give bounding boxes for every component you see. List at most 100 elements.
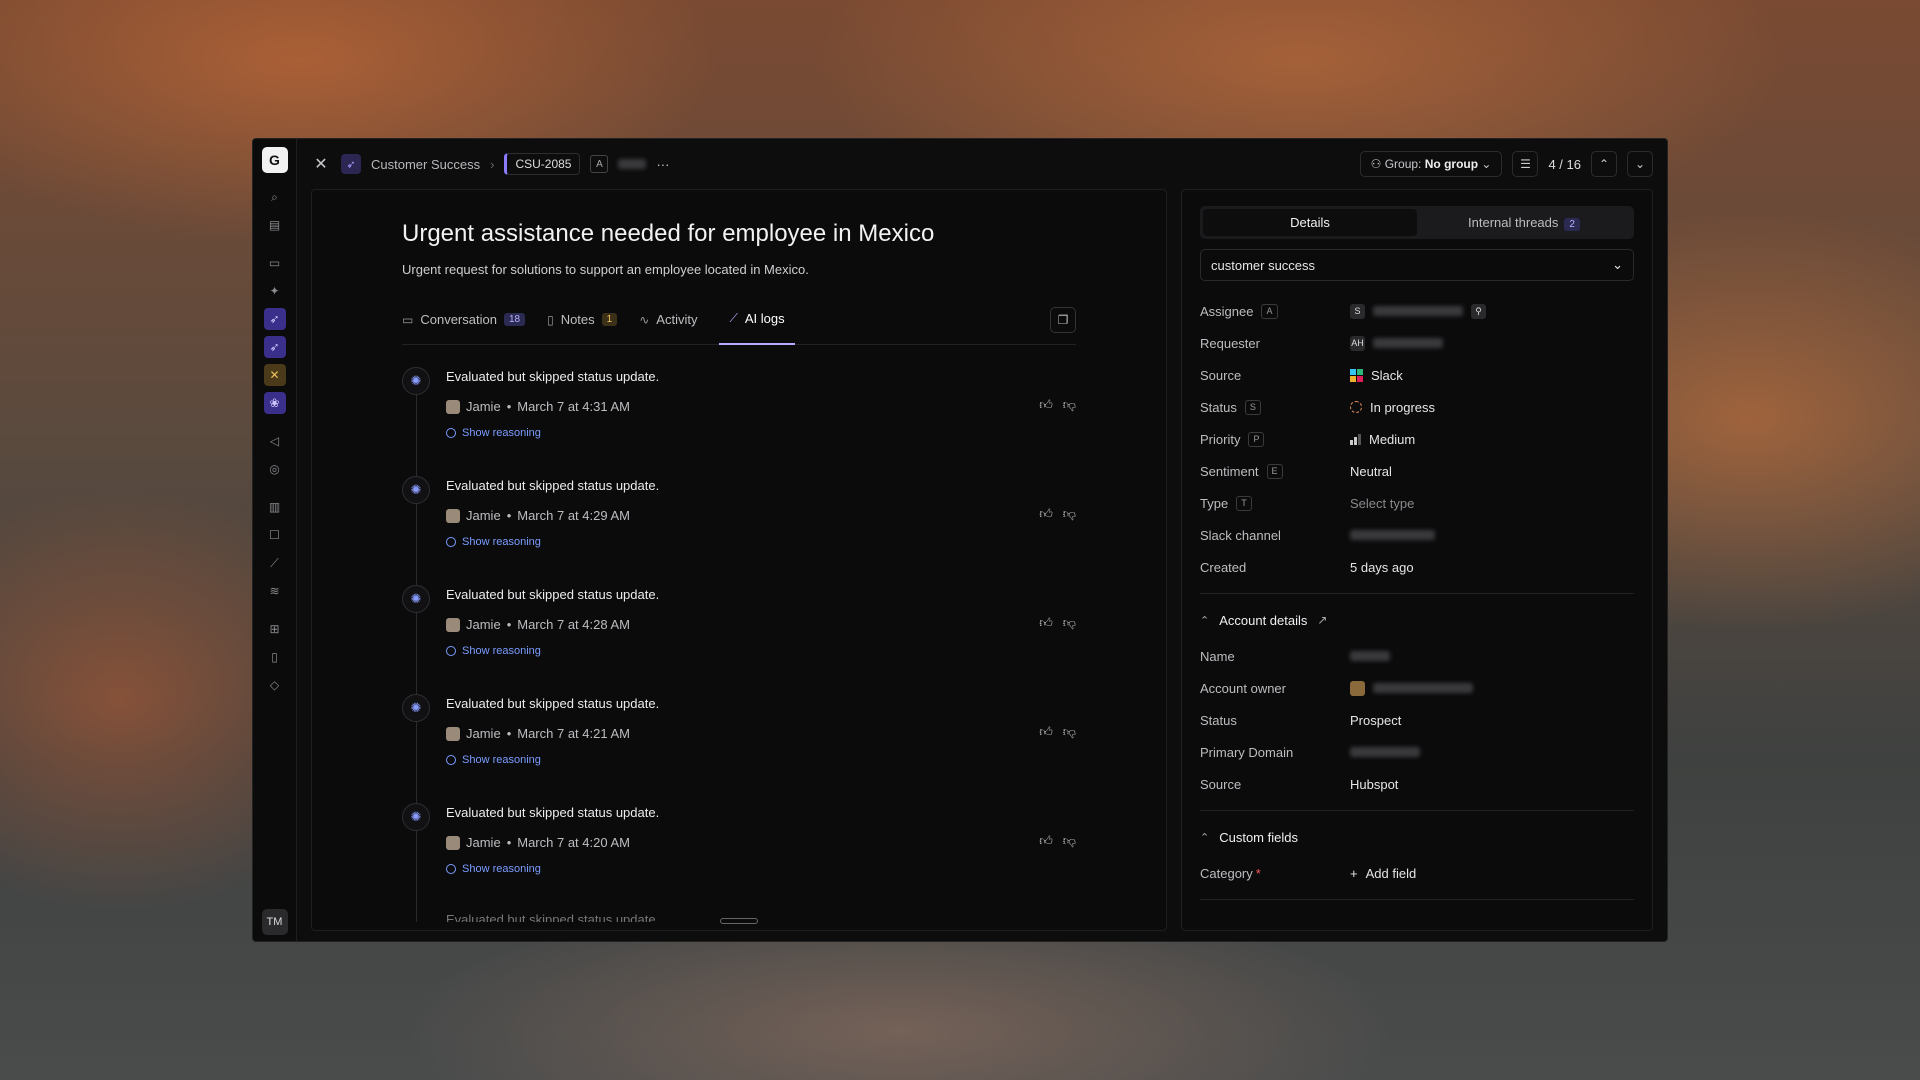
chevron-down-icon[interactable]: ⌄: [1627, 151, 1653, 177]
field-label: Source: [1200, 776, 1242, 792]
top-bar: ✕ ➶ Customer Success › CSU-2085 A ··· ⚇ …: [297, 139, 1667, 189]
circle-icon: [446, 537, 456, 547]
layers-icon[interactable]: ≋: [264, 580, 286, 602]
field-value: Slack: [1371, 367, 1403, 383]
type-select[interactable]: Select type: [1350, 496, 1414, 511]
rocket-icon: ➶: [341, 154, 361, 174]
field-assignee: Assignee A S ⚲: [1200, 295, 1634, 327]
close-icon[interactable]: ✕: [311, 154, 331, 174]
feedback: 👍︎ 👎︎: [1039, 833, 1076, 849]
list-item: ✺ Evaluated but skipped status update. J…: [402, 694, 1076, 803]
tag-icon[interactable]: ◇: [264, 674, 286, 696]
sparkle-icon[interactable]: ✦: [264, 280, 286, 302]
building-icon[interactable]: ▥: [264, 496, 286, 518]
external-link-icon[interactable]: ↗: [1317, 613, 1327, 627]
thumbs-up-icon[interactable]: 👍︎: [1039, 833, 1053, 849]
thumbs-up-icon[interactable]: 👍︎: [1039, 615, 1053, 631]
field-type: Type T Select type: [1200, 487, 1634, 519]
field-label: Slack channel: [1200, 527, 1281, 543]
assignee-chip[interactable]: A: [590, 155, 609, 173]
more-options-icon[interactable]: ···: [656, 157, 669, 172]
status-value[interactable]: In progress: [1350, 400, 1435, 415]
group-button[interactable]: ⚇ Group: No group ⌄: [1359, 151, 1503, 177]
show-reasoning-link[interactable]: Show reasoning: [446, 754, 1076, 766]
circle-icon: [446, 864, 456, 874]
tab-internal-threads[interactable]: Internal threads 2: [1417, 209, 1631, 236]
divider: [1200, 593, 1634, 594]
custom-fields-header[interactable]: ⌃ Custom fields: [1200, 823, 1634, 851]
inbox-icon[interactable]: ▭: [264, 252, 286, 274]
priority-value[interactable]: Medium: [1350, 432, 1415, 447]
field-label: Account owner: [1200, 680, 1286, 696]
chevron-up-icon[interactable]: ⌃: [1591, 151, 1617, 177]
show-reasoning-link[interactable]: Show reasoning: [446, 427, 1076, 439]
field-label: Type: [1200, 495, 1229, 511]
show-reasoning-link[interactable]: Show reasoning: [446, 863, 1076, 875]
show-reasoning-link[interactable]: Show reasoning: [446, 536, 1076, 548]
redacted-value: [1350, 747, 1420, 757]
workspace-logo[interactable]: G: [261, 147, 288, 173]
chart-icon[interactable]: ⟋: [264, 552, 286, 574]
field-label: Status: [1200, 712, 1237, 728]
ai-spark-icon: ✺: [402, 476, 430, 504]
thumbs-down-icon[interactable]: 👎︎: [1063, 615, 1076, 631]
add-field-button[interactable]: + Add field: [1350, 866, 1416, 881]
thumbs-down-icon[interactable]: 👎︎: [1063, 724, 1076, 740]
contact-icon[interactable]: ☐: [264, 524, 286, 546]
document-icon[interactable]: ▯: [264, 646, 286, 668]
field-label: Primary Domain: [1200, 744, 1294, 760]
megaphone-icon[interactable]: ◁: [264, 430, 286, 452]
list-item: ✺ Evaluated but skipped status update. J…: [402, 585, 1076, 694]
thumbs-down-icon[interactable]: 👎︎: [1063, 833, 1076, 849]
thumbs-down-icon[interactable]: 👎︎: [1063, 397, 1076, 413]
ticket-summary: Urgent request for solutions to support …: [402, 262, 809, 277]
copy-icon[interactable]: ❐: [1050, 307, 1076, 333]
tab-conversation[interactable]: ▭ Conversation 18: [402, 307, 537, 345]
assignee-value[interactable]: S ⚲: [1350, 303, 1486, 319]
sentiment-value[interactable]: Neutral: [1350, 464, 1392, 479]
thumbs-up-icon[interactable]: 👍︎: [1039, 506, 1053, 522]
details-tabs: Details Internal threads 2: [1200, 206, 1634, 239]
pulse-icon: ∿: [639, 312, 650, 327]
tickets-icon[interactable]: ▤: [264, 214, 286, 236]
tab-ai-logs[interactable]: ⟋ AI logs: [719, 307, 795, 345]
plus-icon: +: [1350, 865, 1358, 881]
redacted-value: [1350, 530, 1435, 540]
scroll-handle[interactable]: [720, 918, 758, 924]
assign-user-icon[interactable]: ⚲: [1471, 303, 1486, 319]
filter-sliders-icon[interactable]: ☰: [1512, 151, 1539, 177]
apps-icon[interactable]: ⊞: [264, 618, 286, 640]
grid-team-icon[interactable]: ✕: [263, 364, 286, 386]
feedback: 👍︎ 👎︎: [1039, 615, 1076, 631]
user-avatar[interactable]: TM: [261, 909, 288, 935]
tab-details[interactable]: Details: [1203, 209, 1417, 236]
tab-activity[interactable]: ∿ Activity: [639, 307, 709, 345]
owner-value[interactable]: [1350, 680, 1473, 696]
thumbs-up-icon[interactable]: 👍︎: [1039, 397, 1053, 413]
thumbs-down-icon[interactable]: 👎︎: [1063, 506, 1076, 522]
show-reasoning-link[interactable]: Show reasoning: [446, 645, 1076, 657]
field-label: Requester: [1200, 335, 1260, 351]
paw-team-icon[interactable]: ❀: [263, 392, 286, 414]
log-meta: Jamie • March 7 at 4:29 AM: [446, 508, 1076, 523]
search-icon[interactable]: ⌕: [264, 186, 286, 208]
tab-notes[interactable]: ▯ Notes 1: [547, 307, 629, 345]
list-item: ✺ Evaluated but skipped status update. J…: [402, 476, 1076, 585]
ticket-id[interactable]: CSU-2085: [504, 153, 581, 175]
redacted-value: [618, 159, 647, 169]
thumbs-up-icon[interactable]: 👍︎: [1039, 724, 1053, 740]
field-label: Created: [1200, 559, 1247, 575]
log-title: Evaluated but skipped status update.: [446, 478, 660, 493]
tab-label: AI logs: [744, 311, 785, 326]
breadcrumb-team[interactable]: Customer Success: [371, 157, 480, 172]
slack-channel-value[interactable]: [1350, 530, 1435, 540]
account-details-header[interactable]: ⌃ Account details ↗: [1200, 606, 1634, 634]
rocket-active-icon[interactable]: ➶: [263, 336, 286, 358]
crosshair-icon[interactable]: ◎: [264, 458, 286, 480]
log-user: Jamie: [466, 835, 501, 850]
requester-value[interactable]: AH: [1350, 335, 1443, 351]
chevron-down-icon: ⌄: [1612, 257, 1623, 272]
tab-label: Conversation: [420, 312, 497, 327]
team-select[interactable]: customer success ⌄: [1200, 249, 1634, 281]
rocket-icon[interactable]: ➶: [263, 308, 286, 330]
